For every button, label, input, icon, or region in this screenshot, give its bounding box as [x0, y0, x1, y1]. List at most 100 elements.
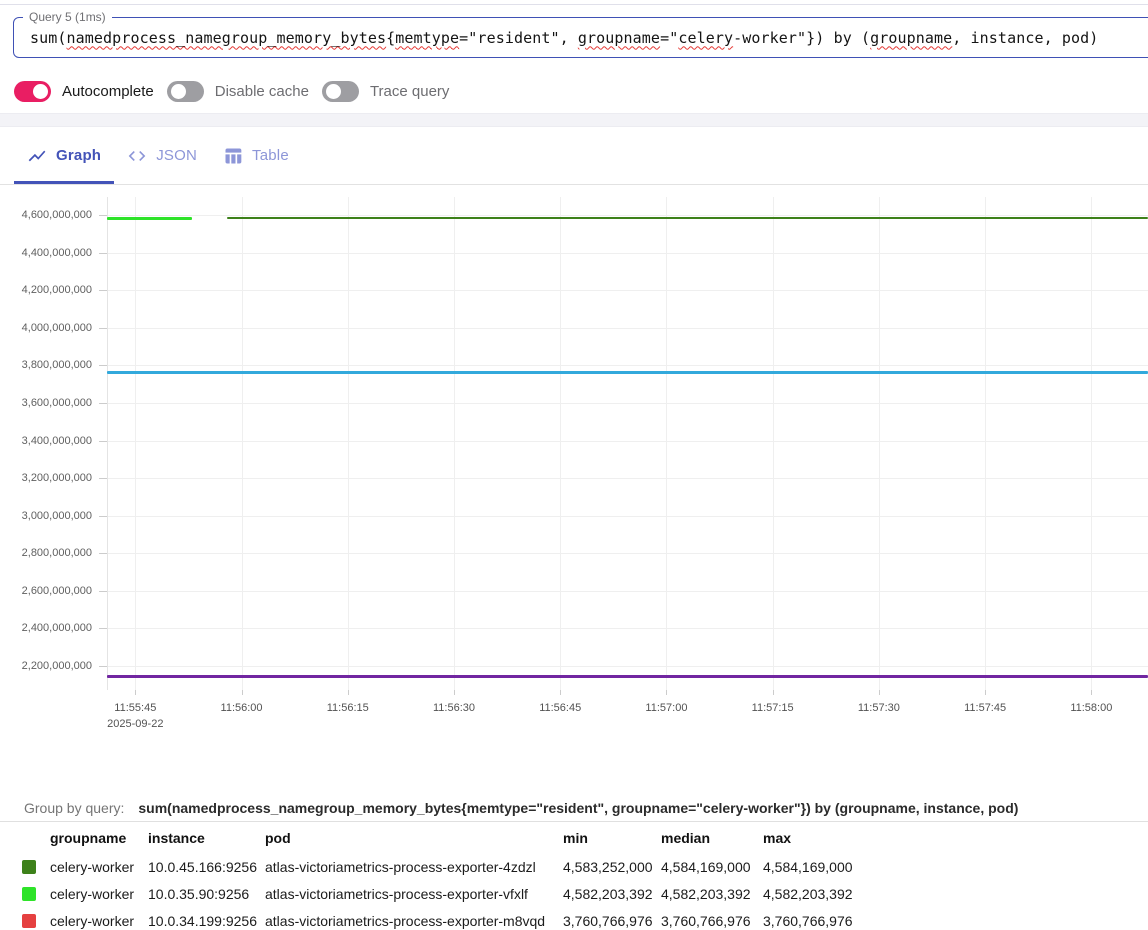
panel-gap [0, 113, 1148, 127]
column-header-median: median [661, 830, 711, 846]
x-tick-mark [241, 690, 243, 695]
trace-query-toggle-group: Trace query [321, 81, 450, 102]
x-axis-label: 11:57:00 [645, 702, 688, 714]
y-tick-mark [99, 590, 107, 592]
toggle-knob [33, 84, 48, 99]
x-axis-label: 11:57:45 [964, 702, 1007, 714]
group-by-label: Group by query: [24, 800, 125, 816]
y-axis-line [107, 197, 108, 690]
y-tick-mark [99, 440, 107, 442]
cell-median: 4,584,169,000 [661, 858, 751, 875]
x-axis-label: 11:57:30 [857, 702, 900, 714]
y-tick-mark [99, 478, 107, 480]
disable-cache-toggle-group: Disable cache [166, 81, 309, 102]
y-axis-label: 3,600,000,000 [21, 396, 92, 409]
y-gridline [107, 252, 1148, 254]
tab-table[interactable]: Table [210, 127, 302, 184]
y-tick-mark [99, 402, 107, 404]
x-axis-label: 11:55:45 [114, 702, 157, 714]
autocomplete-toggle-group: Autocomplete [14, 81, 154, 102]
y-gridline [107, 590, 1148, 592]
x-gridline [666, 197, 668, 690]
cell-median: 3,760,766,976 [661, 912, 751, 929]
series-line[interactable] [107, 217, 192, 220]
x-axis-label: 11:56:00 [220, 702, 263, 714]
x-tick-mark [135, 690, 137, 695]
cell-min: 3,760,766,976 [563, 912, 653, 929]
code-icon [127, 146, 147, 166]
trace-query-toggle[interactable] [321, 81, 359, 102]
series-line[interactable] [227, 216, 1148, 220]
query-token-misspelled: namedprocess_namegroup_memory_bytes [66, 28, 387, 47]
x-gridline [454, 197, 455, 690]
autocomplete-toggle[interactable] [14, 81, 51, 102]
cell-groupname: celery-worker [50, 912, 135, 929]
y-tick-mark [99, 666, 107, 667]
series-color-marker [22, 886, 36, 901]
query-token-misspelled: celery [678, 28, 734, 47]
query-token-misspelled: memtype [395, 28, 460, 47]
cell-max: 4,582,203,392 [763, 885, 853, 902]
query-token: sum( [30, 28, 67, 47]
cell-max: 3,760,766,976 [763, 912, 853, 929]
toggles-row: Autocomplete Disable cache Trace query [14, 81, 449, 102]
legend-table-row[interactable]: celery-worker 10.0.45.166:9256 atlas-victo… [0, 853, 1148, 880]
x-tick-mark [454, 690, 455, 695]
tab-graph[interactable]: Graph [14, 127, 114, 184]
y-gridline [107, 215, 1148, 216]
y-axis-label: 4,200,000,000 [21, 284, 92, 297]
x-tick-mark [666, 690, 668, 695]
timeseries-chart[interactable]: 4,600,000,000 4,400,000,000 4,200,000,000 4… [0, 185, 1148, 745]
series-line[interactable] [107, 675, 1148, 678]
y-gridline [107, 553, 1148, 555]
marker-cell [22, 886, 50, 901]
query-token-misspelled: groupname [577, 28, 661, 47]
y-tick-mark [99, 215, 107, 216]
tab-json[interactable]: JSON [114, 127, 210, 184]
x-axis-label: 11:56:15 [326, 702, 369, 714]
view-tabs: Graph JSON Table [0, 127, 1148, 185]
x-gridline [1091, 197, 1093, 690]
y-axis-label: 2,600,000,000 [21, 584, 92, 597]
x-axis-label: 11:56:30 [432, 702, 476, 714]
y-gridline [107, 327, 1148, 329]
cell-median: 4,582,203,392 [661, 885, 751, 902]
cell-min: 4,583,252,000 [563, 858, 653, 875]
series-line[interactable] [107, 371, 1148, 374]
query-input[interactable]: sum(namedprocess_namegroup_memory_bytes{… [14, 18, 1148, 57]
tab-label: Graph [56, 147, 102, 164]
table-icon [223, 146, 243, 166]
y-tick-mark [99, 515, 107, 517]
y-axis-label: 4,400,000,000 [21, 246, 92, 259]
x-tick-mark [772, 690, 774, 695]
marker-cell [22, 913, 50, 928]
x-gridline [560, 197, 562, 690]
legend-table-row[interactable]: celery-worker 10.0.34.199:9256 atlas-victo… [0, 907, 1148, 930]
cell-pod: atlas-victoriametrics-process-exporter-m… [265, 912, 546, 929]
query-token: =" [660, 28, 679, 47]
x-gridline [772, 197, 774, 690]
cell-groupname: celery-worker [50, 858, 135, 875]
trace-query-toggle-label: Trace query [369, 83, 450, 100]
x-axis-label: 11:56:45 [539, 702, 582, 714]
cell-pod: atlas-victoriametrics-process-exporter-4… [265, 858, 536, 875]
y-axis-label: 2,800,000,000 [21, 547, 92, 560]
x-gridline [241, 197, 243, 690]
y-axis-label: 3,200,000,000 [21, 472, 92, 485]
y-tick-mark [99, 365, 107, 367]
x-gridline [347, 197, 349, 690]
series-color-marker [22, 913, 36, 928]
query-token: { [386, 28, 396, 47]
group-by-bar: Group by query: sum(namedprocess_namegro… [0, 795, 1148, 822]
disable-cache-toggle-label: Disable cache [214, 83, 309, 100]
y-axis-label: 3,800,000,000 [21, 359, 92, 372]
x-tick-mark [878, 690, 880, 695]
x-axis-label: 11:57:15 [751, 702, 794, 714]
disable-cache-toggle[interactable] [166, 81, 204, 102]
query-token: ="resident", [459, 28, 578, 47]
results-panel: Graph JSON Table 4,600,000,000 4,400,000,00… [0, 127, 1148, 930]
legend-table-row[interactable]: celery-worker 10.0.35.90:9256 atlas-victor… [0, 880, 1148, 907]
column-header-instance: instance [148, 830, 205, 846]
column-header-groupname: groupname [50, 830, 127, 846]
y-tick-mark [99, 327, 107, 329]
